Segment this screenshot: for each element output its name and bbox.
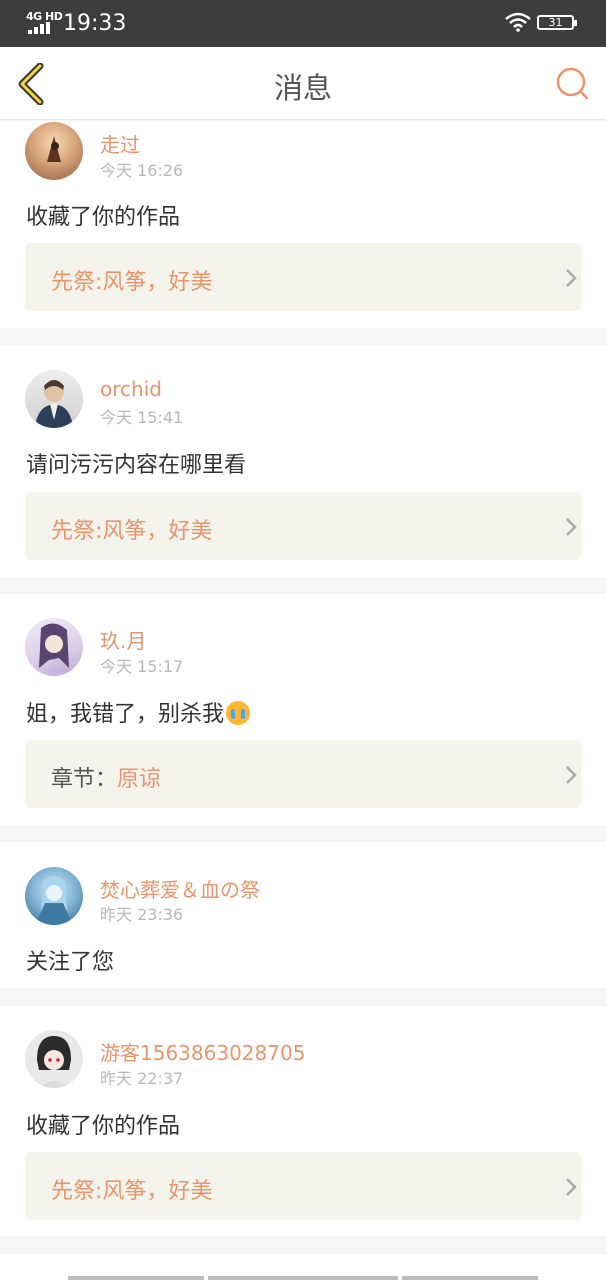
avatar[interactable]	[25, 618, 83, 676]
sender-name[interactable]: 焚心葬爱＆血の祭	[100, 874, 260, 903]
reference-title: 先祭:风筝，好美	[51, 519, 213, 544]
signal-icon	[28, 22, 50, 34]
work-reference[interactable]: 先祭:风筝，好美	[25, 1152, 581, 1220]
avatar[interactable]	[25, 122, 83, 180]
page-title: 消息	[273, 71, 332, 105]
chapter-reference[interactable]: 章节：原谅	[25, 740, 581, 808]
status-time: 19:33	[63, 11, 127, 36]
sender-name[interactable]: 玖.月	[100, 625, 146, 654]
avatar[interactable]	[25, 370, 83, 428]
message-text: 收藏了你的作品	[26, 1114, 181, 1139]
message-card[interactable]: 玖.月 今天 15:17 姐，我错了，别杀我 章节：原谅	[0, 594, 606, 825]
avatar[interactable]	[25, 867, 83, 925]
work-reference[interactable]: 先祭:风筝，好美	[25, 243, 581, 311]
message-text-content: 姐，我错了，别杀我	[26, 702, 225, 727]
chevron-right-icon	[566, 518, 577, 536]
message-card[interactable]: 焚心葬爱＆血の祭 昨天 23:36 关注了您	[0, 842, 606, 988]
reference-line: 章节：原谅	[51, 761, 161, 793]
chevron-right-icon	[566, 1178, 577, 1196]
message-text: 姐，我错了，别杀我	[26, 696, 251, 728]
message-card-partial[interactable]	[0, 1254, 606, 1280]
message-time: 昨天 22:37	[100, 1069, 184, 1088]
battery-indicator: 31	[537, 15, 577, 30]
chevron-right-icon	[566, 269, 577, 287]
message-card[interactable]: orchid 今天 15:41 请问污污内容在哪里看 先祭:风筝，好美	[0, 345, 606, 577]
chevron-right-icon	[566, 766, 577, 784]
message-time: 今天 16:26	[100, 161, 184, 180]
status-bar: 4G HD 19:33 31	[0, 0, 606, 47]
image-strip	[402, 1276, 538, 1280]
message-card[interactable]: 走过 今天 16:26 收藏了你的作品 先祭:风筝，好美	[0, 121, 606, 328]
reference-title: 先祭:风筝，好美	[51, 270, 213, 295]
message-text: 关注了您	[26, 950, 115, 975]
message-time: 今天 15:17	[100, 657, 184, 676]
wifi-icon	[505, 12, 531, 32]
message-text: 请问污污内容在哪里看	[26, 453, 247, 478]
reference-title: 原谅	[117, 767, 162, 792]
battery-level: 31	[548, 16, 563, 29]
search-icon[interactable]	[554, 65, 590, 101]
message-time: 昨天 23:36	[100, 905, 184, 924]
image-strip	[68, 1276, 204, 1280]
reference-title: 先祭:风筝，好美	[51, 1179, 213, 1204]
image-strip	[208, 1276, 398, 1280]
sender-name[interactable]: 游客1563863028705	[100, 1037, 305, 1066]
sender-name[interactable]: 走过	[100, 129, 140, 158]
reference-prefix: 章节：	[51, 767, 118, 792]
message-text: 收藏了你的作品	[26, 205, 181, 230]
work-reference[interactable]: 先祭:风筝，好美	[25, 492, 581, 560]
message-time: 今天 15:41	[100, 408, 184, 427]
avatar[interactable]	[25, 1030, 83, 1088]
sender-name[interactable]: orchid	[100, 377, 162, 401]
nav-bar: 消息	[0, 47, 606, 120]
crying-face-icon	[226, 701, 251, 725]
message-card[interactable]: 游客1563863028705 昨天 22:37 收藏了你的作品 先祭:风筝，好…	[0, 1006, 606, 1236]
